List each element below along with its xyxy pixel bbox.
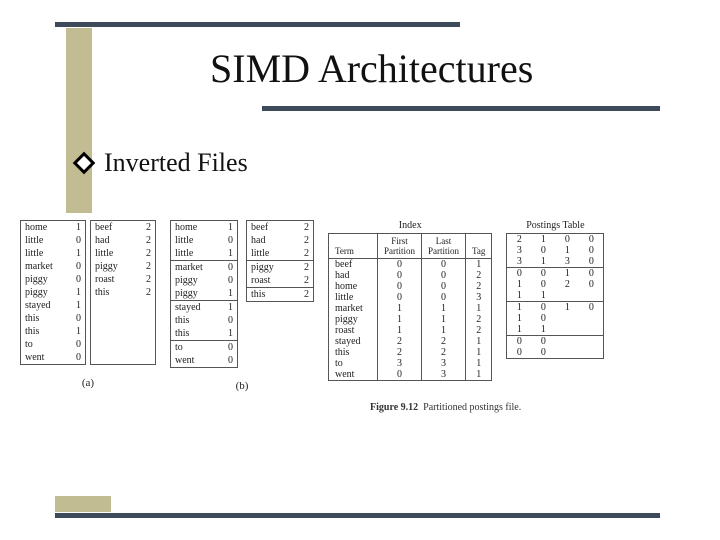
mid-rule xyxy=(262,106,660,111)
table-row: piggy1 xyxy=(171,287,237,300)
table-row: to0 xyxy=(21,338,85,351)
table-b: home1little0little1market0piggy0piggy1st… xyxy=(170,220,314,392)
label-a: (a) xyxy=(20,377,156,389)
segment: beef2had2little2 xyxy=(246,220,314,260)
table-row: 00 xyxy=(507,347,604,359)
table-row: little0 xyxy=(21,234,85,247)
segment: stayed1this0this1 xyxy=(170,300,238,340)
table-a: home1little0little1market0piggy0piggy1st… xyxy=(20,220,156,389)
table-row: piggy112 xyxy=(329,314,492,325)
table-row: this1 xyxy=(21,325,85,338)
table-row: this1 xyxy=(171,327,237,340)
table-row: little003 xyxy=(329,292,492,303)
table-row: little2 xyxy=(247,247,313,260)
table-row: little1 xyxy=(171,247,237,260)
column-header: Tag xyxy=(466,234,492,259)
table-row: beef2 xyxy=(91,221,155,234)
table-row: stayed1 xyxy=(21,299,85,312)
table-row: piggy0 xyxy=(171,274,237,287)
table-row: 10 xyxy=(507,313,604,324)
table-row: had002 xyxy=(329,270,492,281)
index-table-wrap: Index TermFirstPartitionLastPartitionTag… xyxy=(328,220,492,381)
table-row: 00 xyxy=(507,336,604,348)
table-row: this2 xyxy=(91,286,155,299)
table-row: roast112 xyxy=(329,325,492,336)
figure-number: Figure 9.12 xyxy=(370,402,418,413)
postings-header: Postings Table xyxy=(506,220,604,231)
table-row: 1010 xyxy=(507,302,604,314)
table-row: piggy2 xyxy=(247,261,313,274)
table-row: beef2 xyxy=(247,221,313,234)
table-row: this0 xyxy=(171,314,237,327)
table-row: this0 xyxy=(21,312,85,325)
figure-caption-text: Partitioned postings file. xyxy=(423,402,521,413)
index-header: Index xyxy=(328,220,492,231)
table-row: went0 xyxy=(21,351,85,364)
postings-table-wrap: Postings Table 2100301031300010102011101… xyxy=(506,220,604,359)
segment: piggy2roast2 xyxy=(246,260,314,287)
table-row: this2 xyxy=(247,288,313,301)
table-row: little1 xyxy=(21,247,85,260)
column-header: LastPartition xyxy=(422,234,466,259)
table-row: stayed1 xyxy=(171,301,237,314)
table-row: 11 xyxy=(507,290,604,302)
table-row: little0 xyxy=(171,234,237,247)
bullet-inverted-files: Inverted Files xyxy=(104,148,248,178)
segment: home1little0little1 xyxy=(170,220,238,260)
bottom-rule xyxy=(55,513,660,518)
table-row: roast2 xyxy=(247,274,313,287)
figure-caption: Figure 9.12 Partitioned postings file. xyxy=(370,402,521,413)
segment: this2 xyxy=(246,287,314,302)
table-row: market0 xyxy=(171,261,237,274)
table-row: home1 xyxy=(21,221,85,234)
table-row: went0 xyxy=(171,354,237,367)
table-row: 1020 xyxy=(507,279,604,290)
table-row: beef001 xyxy=(329,259,492,271)
table-row: 3130 xyxy=(507,256,604,268)
table-row: little2 xyxy=(91,247,155,260)
table-row: 3010 xyxy=(507,245,604,256)
label-b: (b) xyxy=(170,380,314,392)
column-header: FirstPartition xyxy=(378,234,422,259)
table-row: stayed221 xyxy=(329,336,492,347)
table-row: piggy0 xyxy=(21,273,85,286)
table-row: to331 xyxy=(329,358,492,369)
table-row: market111 xyxy=(329,303,492,314)
table-row: to0 xyxy=(171,341,237,354)
table-row: had2 xyxy=(91,234,155,247)
top-rule xyxy=(55,22,460,27)
table-row: roast2 xyxy=(91,273,155,286)
table-row: this221 xyxy=(329,347,492,358)
table-row: piggy2 xyxy=(91,260,155,273)
accent-bottom xyxy=(55,496,111,512)
table-row: 11 xyxy=(507,324,604,336)
table-row: went031 xyxy=(329,369,492,381)
table-row: home1 xyxy=(171,221,237,234)
table-row: 0010 xyxy=(507,268,604,280)
table-row: piggy1 xyxy=(21,286,85,299)
accent-vertical xyxy=(66,28,92,213)
table-row: had2 xyxy=(247,234,313,247)
slide-title: SIMD Architectures xyxy=(210,45,533,92)
table-row: home002 xyxy=(329,281,492,292)
segment: to0went0 xyxy=(170,340,238,368)
figure-area: home1little0little1market0piggy0piggy1st… xyxy=(20,220,708,392)
segment: market0piggy0piggy1 xyxy=(170,260,238,300)
table-row: market0 xyxy=(21,260,85,273)
column-header: Term xyxy=(329,234,378,259)
table-row: 2100 xyxy=(507,234,604,246)
